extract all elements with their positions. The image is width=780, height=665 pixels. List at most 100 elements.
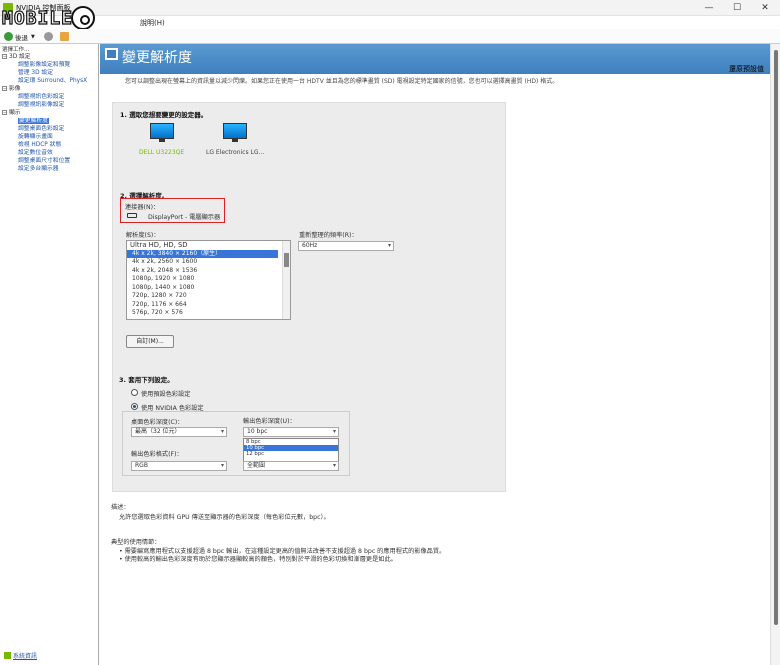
desktop-depth-label: 桌面色彩深度(C)：	[131, 419, 184, 426]
output-depth-option[interactable]: 12 bpc	[244, 451, 338, 457]
sidebar-category[interactable]: −3D 設定	[2, 53, 98, 61]
nvidia-color-radio[interactable]	[131, 403, 138, 410]
sidebar-item-label: 旋轉顯示畫面	[18, 134, 53, 140]
watermark-circle-icon	[71, 6, 96, 30]
resolution-scrollbar[interactable]	[282, 241, 290, 319]
description-label: 描述：	[111, 504, 130, 511]
home-icon	[60, 32, 69, 41]
system-info-label[interactable]: 系統資訊	[13, 651, 37, 660]
resolution-list[interactable]: Ultra HD, HD, SD 4k x 2k, 3840 × 2160（原生…	[126, 240, 291, 320]
sidebar-item[interactable]: 設定多台顯示器	[2, 165, 98, 173]
dynamic-range-select[interactable]: 全範圍	[243, 461, 339, 471]
menu-help[interactable]: 說明(H)	[140, 18, 165, 28]
mobile01-watermark-logo: MOBILE	[1, 5, 132, 31]
desktop-depth-select[interactable]: 最高（32 位元）	[131, 427, 227, 437]
system-info-link[interactable]: 系統資訊	[4, 651, 37, 660]
resolution-scroll-thumb[interactable]	[284, 253, 289, 267]
sidebar-item-label: 設定多台顯示器	[18, 166, 59, 172]
sidebar-item[interactable]: 調整視訊影像設定	[2, 101, 98, 109]
forward-button[interactable]	[44, 31, 53, 42]
task-label: 選擇工作...	[2, 47, 30, 53]
sidebar-item[interactable]: 旋轉顯示畫面	[2, 133, 98, 141]
resolution-label: 解析度(S)：	[126, 232, 160, 239]
output-format-select[interactable]: RGB	[131, 461, 227, 471]
sidebar-item-label: 調整影像設定和預覽	[18, 62, 71, 68]
display-resolution-icon	[105, 48, 118, 60]
sidebar-item-label: 變更解析度	[18, 118, 49, 124]
output-format-label: 輸出色彩格式(F)：	[131, 451, 183, 458]
display-lg-icon[interactable]	[223, 123, 247, 143]
maximize-button[interactable]: ☐	[723, 1, 751, 15]
output-depth-select[interactable]: 10 bpc	[243, 427, 339, 437]
resolution-option[interactable]: 720p, 1176 × 664	[127, 301, 290, 310]
sidebar-category[interactable]: − 影像	[2, 85, 98, 93]
usage-item: • 使用較高的輸出色彩深度有助於您顯示器顯較高的顏色，特別對於平滑的色彩切換和漸…	[119, 556, 397, 563]
tree-collapse-icon[interactable]: −	[2, 54, 7, 59]
display-dell-icon[interactable]	[150, 123, 174, 143]
sidebar-item[interactable]: 檢視 HDCP 狀態	[2, 141, 98, 149]
system-info-icon	[4, 652, 11, 659]
custom-resolution-button[interactable]: 自訂(M)...	[126, 335, 174, 348]
page-intro: 您可以調整出現在螢幕上的資訊量以減少閃爍。如果您正在使用一台 HDTV 並且為您…	[125, 78, 559, 85]
display-dell-label[interactable]: DELL U3223QE	[139, 149, 184, 156]
tree-collapse-icon[interactable]: −	[2, 110, 7, 115]
default-color-radio[interactable]	[131, 389, 138, 396]
default-color-label[interactable]: 使用預設色彩設定	[141, 389, 191, 398]
resolution-option[interactable]: 1080p, 1920 × 1080	[127, 275, 290, 284]
close-button[interactable]: ✕	[751, 1, 779, 15]
resolution-option[interactable]: 4k x 2k, 2048 × 1536	[127, 267, 290, 276]
main-scrollbar[interactable]	[770, 44, 780, 665]
sidebar-item[interactable]: 調整影像設定和預覽	[2, 61, 98, 69]
sidebar: 選擇工作... −3D 設定 調整影像設定和預覽 管理 3D 設定 設定環 Surro…	[0, 44, 99, 665]
connector-highlight	[120, 198, 225, 223]
toolbar: 後退 ▼	[0, 29, 780, 44]
main-scroll-thumb[interactable]	[774, 50, 778, 625]
sidebar-item-label: 管理 3D 設定	[18, 70, 54, 76]
resolution-option[interactable]: 4k x 2k, 3840 × 2160（原生）	[127, 249, 278, 258]
display-lg-label[interactable]: LG Electronics LG...	[206, 149, 264, 156]
refresh-rate-select[interactable]: 60Hz	[298, 241, 394, 251]
output-depth-label: 輸出色彩深度(U)：	[243, 418, 296, 425]
resolution-group-header: Ultra HD, HD, SD	[130, 241, 188, 249]
sidebar-item-label: 檢視 HDCP 狀態	[18, 142, 62, 148]
watermark-text: MOBILE	[1, 7, 74, 29]
sidebar-item-label: 調整視訊影像設定	[18, 102, 65, 108]
restore-defaults-link[interactable]: 還原預設值	[729, 64, 764, 74]
resolution-option[interactable]: 576p, 720 × 576	[127, 309, 290, 318]
home-button[interactable]	[60, 31, 69, 42]
sidebar-item-label: 3D 設定	[9, 54, 31, 60]
usage-label: 典型的使用情節：	[111, 539, 161, 546]
sidebar-item-label: 設定數位音效	[18, 150, 53, 156]
section3-heading: 3. 套用下列設定。	[119, 376, 174, 384]
resolution-option[interactable]: 4k x 2k, 2560 × 1600	[127, 258, 290, 267]
sidebar-item-label: 設定環 Surround、PhysX	[18, 78, 88, 84]
sidebar-item-label: 調整視訊色彩設定	[18, 94, 65, 100]
sidebar-item-label: 調整桌面尺寸和位置	[18, 158, 71, 164]
sidebar-item[interactable]: 設定數位音效	[2, 149, 98, 157]
minimize-button[interactable]: —	[695, 1, 723, 15]
refresh-rate-label: 重新整理的頻率(R)：	[299, 232, 358, 239]
sidebar-item[interactable]: 調整桌面色彩設定	[2, 125, 98, 133]
page-banner: 變更解析度	[100, 44, 770, 74]
sidebar-category[interactable]: − 顯示	[2, 109, 98, 117]
sidebar-item[interactable]: 管理 3D 設定	[2, 69, 98, 77]
back-dropdown-icon[interactable]: ▼	[31, 34, 35, 40]
forward-arrow-icon	[44, 32, 53, 41]
sidebar-item-label: 顯示	[9, 110, 21, 116]
sidebar-item-label: 調整桌面色彩設定	[18, 126, 65, 132]
tree-collapse-icon[interactable]: −	[2, 86, 7, 91]
back-label: 後退	[15, 33, 28, 42]
sidebar-item[interactable]: 變更解析度	[2, 117, 98, 125]
main-content: 變更解析度 還原預設值 您可以調整出現在螢幕上的資訊量以減少閃爍。如果您正在使用…	[100, 44, 770, 665]
sidebar-item[interactable]: 調整桌面尺寸和位置	[2, 157, 98, 165]
sidebar-item-label: 影像	[9, 86, 21, 92]
output-depth-dropdown-list[interactable]: 8 bpc 10 bpc 12 bpc	[243, 438, 339, 462]
page-title: 變更解析度	[122, 50, 192, 66]
description-text: 允許您選取色彩資料 GPU 傳送至顯示器的色彩深度（每色彩位元數，bpc）。	[119, 514, 330, 521]
section1-heading: 1. 選取您想要變更的設定器。	[120, 111, 208, 119]
back-button[interactable]: 後退 ▼	[4, 31, 35, 42]
resolution-option[interactable]: 720p, 1280 × 720	[127, 292, 290, 301]
resolution-option[interactable]: 1080p, 1440 × 1080	[127, 284, 290, 293]
sidebar-item[interactable]: 設定環 Surround、PhysX	[2, 77, 98, 85]
sidebar-item[interactable]: 調整視訊色彩設定	[2, 93, 98, 101]
